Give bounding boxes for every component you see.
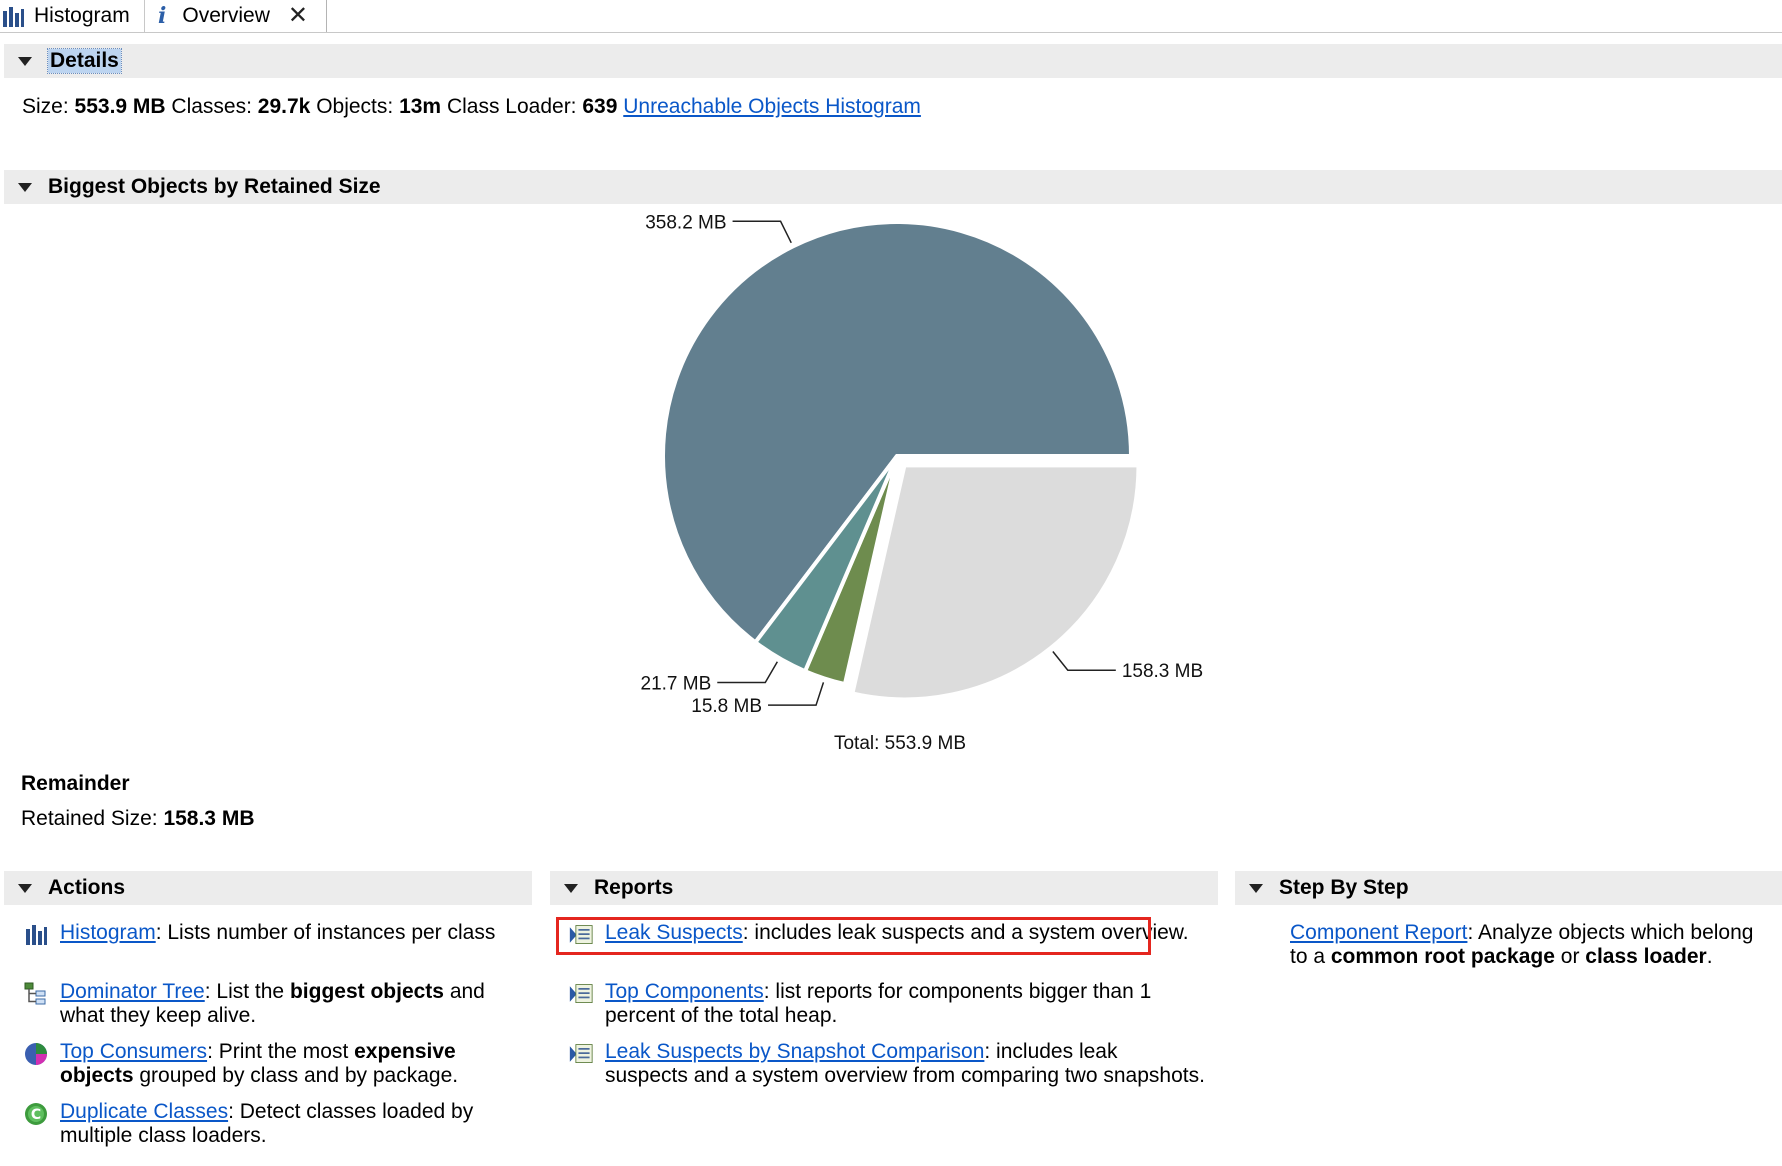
size-value: 553.9 MB (74, 95, 166, 118)
collapse-triangle-icon[interactable] (18, 883, 32, 893)
svg-text:C: C (31, 1107, 41, 1123)
retained-size-pie-chart: 358.2 MB 158.3 MB 15.8 MB 21.7 MB Total: 553… (0, 205, 1782, 765)
pie-leader-line (1052, 651, 1116, 671)
classes-value: 29.7k (257, 95, 311, 118)
close-icon[interactable]: ✕ (288, 4, 308, 28)
action-duplicate-classes: C Duplicate Classes: Detect classes load… (25, 1100, 510, 1148)
details-title: Details (47, 48, 122, 74)
histogram-link[interactable]: Histogram (60, 921, 156, 944)
actions-title: Actions (48, 876, 126, 899)
report-icon (569, 984, 593, 1003)
tab-histogram[interactable]: Histogram (0, 0, 145, 32)
classes-label: Classes: (171, 95, 252, 118)
top-consumers-icon (25, 1043, 47, 1065)
top-consumers-text: : Print the most (207, 1040, 355, 1063)
unreachable-objects-histogram-link[interactable]: Unreachable Objects Histogram (623, 95, 921, 118)
tab-overview-label: Overview (182, 4, 270, 27)
tab-histogram-label: Histogram (34, 4, 130, 27)
component-report-link[interactable]: Component Report (1290, 921, 1467, 944)
objects-value: 13m (399, 95, 442, 118)
dominator-tree-bold: biggest objects (289, 980, 444, 1003)
actions-section-header[interactable]: Actions (4, 871, 532, 905)
dominator-tree-link[interactable]: Dominator Tree (60, 980, 205, 1003)
details-section-header[interactable]: Details (4, 44, 1782, 78)
tab-overview[interactable]: i Overview ✕ (146, 0, 327, 32)
histogram-icon (26, 925, 47, 945)
duplicate-classes-link[interactable]: Duplicate Classes (60, 1100, 228, 1123)
collapse-triangle-icon[interactable] (18, 182, 32, 192)
pie-slice-label: 358.2 MB (645, 212, 726, 233)
class-loader-value: 639 (582, 95, 618, 118)
top-components-link[interactable]: Top Components (605, 980, 764, 1003)
report-top-components: Top Components: list reports for compone… (569, 980, 1205, 1028)
biggest-objects-title: Biggest Objects by Retained Size (48, 175, 381, 198)
leak-suspects-comparison-link[interactable]: Leak Suspects by Snapshot Comparison (605, 1040, 984, 1063)
retained-size-value: 158.3 MB (163, 807, 255, 830)
pie-slice-label: 158.3 MB (1122, 661, 1203, 682)
action-dominator-tree: Dominator Tree: List the biggest objects… (24, 980, 510, 1028)
editor-tab-bar: Histogram i Overview ✕ (0, 0, 1782, 33)
pie-leader-line (732, 220, 792, 244)
component-report-bold-1: common root package (1330, 945, 1555, 968)
collapse-triangle-icon[interactable] (1249, 883, 1263, 893)
objects-label: Objects: (316, 95, 394, 118)
component-report-text-mid: or (1554, 945, 1586, 968)
biggest-objects-section-header[interactable]: Biggest Objects by Retained Size (4, 170, 1782, 204)
collapse-triangle-icon[interactable] (564, 883, 578, 893)
pie-leader-line (768, 682, 825, 706)
dominator-tree-icon (24, 982, 46, 1005)
step-by-step-section-header[interactable]: Step By Step (1235, 871, 1782, 905)
details-summary: Size: 553.9 MB Classes: 29.7k Objects: 1… (22, 95, 921, 119)
info-icon: i (158, 3, 167, 29)
histogram-description: : Lists number of instances per class (155, 921, 496, 944)
pie-total-label: Total: 553.9 MB (834, 733, 966, 754)
report-icon (569, 1044, 593, 1063)
report-leak-suspects-comparison: Leak Suspects by Snapshot Comparison: in… (569, 1040, 1205, 1088)
component-report-bold-2: class loader (1585, 945, 1707, 968)
pie-leader-line (717, 661, 778, 684)
component-report-text-end: . (1706, 945, 1713, 968)
top-consumers-text-end: grouped by class and by package. (133, 1064, 459, 1087)
pie-slice[interactable] (849, 463, 1141, 702)
action-histogram: Histogram: Lists number of instances per… (26, 921, 510, 945)
pie-slice-label: 21.7 MB (641, 673, 712, 694)
duplicate-classes-icon: C (25, 1103, 47, 1125)
remainder-retained-size: Retained Size: 158.3 MB (21, 807, 254, 831)
size-label: Size: (22, 95, 69, 118)
action-top-consumers: Top Consumers: Print the most expensive … (25, 1040, 510, 1088)
step-component-report: Component Report: Analyze objects which … (1290, 921, 1760, 969)
pie-slice-label: 15.8 MB (691, 696, 762, 717)
dominator-tree-text: : List the (204, 980, 290, 1003)
reports-title: Reports (594, 876, 674, 899)
leak-suspects-highlight-annotation (556, 917, 1151, 955)
retained-size-label: Retained Size: (21, 807, 158, 830)
histogram-icon (3, 7, 24, 27)
remainder-title: Remainder (21, 772, 130, 795)
top-consumers-link[interactable]: Top Consumers (60, 1040, 207, 1063)
reports-section-header[interactable]: Reports (550, 871, 1218, 905)
collapse-triangle-icon[interactable] (18, 56, 32, 66)
step-by-step-title: Step By Step (1279, 876, 1409, 899)
class-loader-label: Class Loader: (446, 95, 577, 118)
pie-chart-svg: 358.2 MB 158.3 MB 15.8 MB21.7 MB Total: 553… (641, 212, 1204, 754)
